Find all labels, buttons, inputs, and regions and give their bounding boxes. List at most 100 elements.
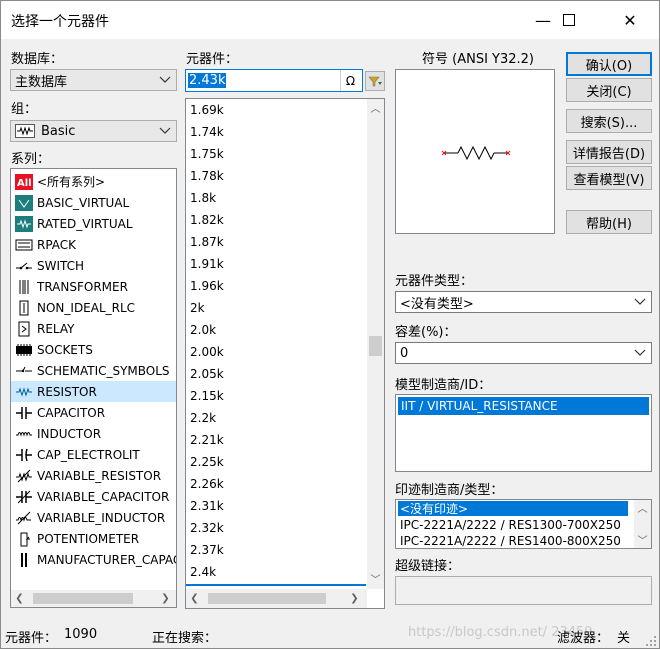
hyperlink-label: 超级链接： — [395, 559, 461, 574]
component-hscrollbar[interactable]: ❮ ❯ — [186, 589, 367, 608]
component-item[interactable]: 1.91k — [186, 253, 366, 275]
non-ideal-rlc-icon — [15, 300, 33, 316]
search-button[interactable]: 搜索(S)... — [566, 109, 652, 133]
confirm-label: 确认(O) — [585, 58, 633, 74]
scroll-down-icon[interactable]: ﹀ — [367, 570, 384, 587]
group-select[interactable]: Basic — [10, 120, 177, 142]
component-vscrollbar[interactable]: ︿ ﹀ — [367, 99, 384, 589]
family-item[interactable]: VARIABLE_INDUCTOR — [11, 507, 176, 528]
footprint-item[interactable]: IPC-2221A/2222 / RES1300-700X250 — [398, 517, 628, 532]
family-item[interactable]: SOCKETS — [11, 339, 176, 360]
family-item[interactable]: RATED_VIRTUAL — [11, 213, 176, 234]
ohm-icon[interactable]: Ω — [340, 70, 360, 91]
family-item[interactable]: VARIABLE_CAPACITOR — [11, 486, 176, 507]
model-mfr-label: 模型制造商/ID： — [395, 378, 492, 393]
family-item[interactable]: All <所有系列> — [11, 171, 176, 192]
component-hscroll-thumb[interactable] — [208, 593, 326, 604]
family-item[interactable]: VARIABLE_RESISTOR — [11, 465, 176, 486]
component-label: 元器件： — [186, 52, 239, 67]
database-select[interactable]: 主数据库 — [10, 69, 177, 91]
footprint-item[interactable]: <没有印迹> — [398, 501, 628, 516]
family-item[interactable]: SCHEMATIC_SYMBOLS — [11, 360, 176, 381]
basic-virtual-icon — [15, 194, 33, 211]
component-item[interactable]: 1.78k — [186, 165, 366, 187]
scroll-down-icon[interactable]: ﹀ — [634, 532, 651, 547]
switch-icon — [15, 258, 33, 274]
component-search-input[interactable]: 2.43k — [188, 73, 227, 88]
component-item[interactable]: 1.96k — [186, 275, 366, 297]
scroll-up-icon[interactable]: ︿ — [367, 99, 384, 116]
component-vscroll-thumb[interactable] — [369, 336, 382, 356]
family-item[interactable]: TRANSFORMER — [11, 276, 176, 297]
model-item[interactable]: IIT / VIRTUAL_RESISTANCE — [398, 397, 649, 415]
component-item[interactable]: 2k — [186, 297, 366, 319]
family-item[interactable]: BASIC_VIRTUAL — [11, 192, 176, 213]
group-label: 组： — [11, 102, 38, 117]
database-label: 数据库： — [11, 52, 64, 67]
footprint-list[interactable]: <没有印迹> IPC-2221A/2222 / RES1300-700X250 … — [395, 499, 652, 549]
family-item[interactable]: POTENTIOMETER — [11, 528, 176, 549]
family-item[interactable]: CAPACITOR — [11, 402, 176, 423]
component-item[interactable]: 2.25k — [186, 451, 366, 473]
family-item[interactable]: MANUFACTURER_CAPAC — [11, 549, 176, 570]
family-item-label: POTENTIOMETER — [37, 531, 140, 546]
component-item[interactable]: 2.2k — [186, 407, 366, 429]
component-item[interactable]: 1.82k — [186, 209, 366, 231]
component-item[interactable]: 1.74k — [186, 121, 366, 143]
component-item[interactable]: 1.75k — [186, 143, 366, 165]
scroll-left-icon[interactable]: ❮ — [186, 590, 203, 607]
family-item-label: INDUCTOR — [37, 426, 102, 441]
component-item[interactable]: 2.37k — [186, 539, 366, 561]
family-list[interactable]: MANUFACTURER_CAPAC POTENTIOMETER VARIABLE_… — [10, 168, 177, 608]
family-item[interactable]: RELAY — [11, 318, 176, 339]
component-list[interactable]: 2.4k 2.37k 2.32k 2.31k 2.26k 2.25k 2.21k 2.2k 2.… — [185, 98, 385, 609]
family-item-label: VARIABLE_INDUCTOR — [37, 510, 166, 525]
close-dialog-button[interactable]: 关闭(C) — [566, 78, 652, 102]
scroll-right-icon[interactable]: ❯ — [157, 590, 174, 607]
detail-report-button[interactable]: 详情报告(D) — [566, 140, 652, 164]
component-item[interactable]: 1.87k — [186, 231, 366, 253]
component-item[interactable]: 2.26k — [186, 473, 366, 495]
component-item[interactable]: 2.00k — [186, 341, 366, 363]
component-item[interactable]: 2.4k — [186, 561, 366, 583]
family-hscrollbar[interactable]: ❮ ❯ — [11, 590, 176, 607]
model-list[interactable]: IIT / VIRTUAL_RESISTANCE — [395, 394, 652, 472]
family-hscroll-thumb[interactable] — [33, 593, 133, 604]
status-bar: 元器件： 1090 正在搜索： https://blog.csdn.net/ 2… — [1, 621, 659, 649]
component-item[interactable]: 2.32k — [186, 517, 366, 539]
component-item[interactable]: 2.05k — [186, 363, 366, 385]
inductor-icon — [15, 426, 33, 442]
family-item[interactable]: INDUCTOR — [11, 423, 176, 444]
tolerance-label: 容差(%)： — [395, 325, 457, 340]
component-item[interactable]: 2.15k — [186, 385, 366, 407]
filter-button[interactable] — [365, 71, 385, 91]
resize-grip-icon[interactable] — [645, 635, 657, 647]
chevron-down-icon — [634, 349, 646, 356]
view-model-button[interactable]: 查看模型(V) — [566, 166, 652, 190]
component-item[interactable]: 2.31k — [186, 495, 366, 517]
scroll-up-icon[interactable]: ︿ — [634, 500, 651, 515]
component-item[interactable]: 1.8k — [186, 187, 366, 209]
family-item[interactable]: RESISTOR — [11, 381, 176, 402]
family-item[interactable]: NON_IDEAL_RLC — [11, 297, 176, 318]
scroll-right-icon[interactable]: ❯ — [346, 590, 363, 607]
family-item[interactable]: CAP_ELECTROLIT — [11, 444, 176, 465]
component-type-select[interactable]: <没有类型> — [395, 291, 652, 313]
relay-icon — [15, 321, 33, 337]
hyperlink-field[interactable] — [395, 576, 652, 605]
component-item[interactable]: 2.0k — [186, 319, 366, 341]
family-item[interactable]: RPACK — [11, 234, 176, 255]
help-button[interactable]: 帮助(H) — [566, 210, 652, 234]
component-search-box[interactable]: 2.43k Ω — [185, 69, 363, 92]
tolerance-select[interactable]: 0 — [395, 342, 652, 364]
family-item[interactable]: SWITCH — [11, 255, 176, 276]
footprint-item[interactable]: IPC-2221A/2222 / RES1400-800X250 — [398, 533, 628, 548]
footprint-vscrollbar[interactable]: ︿ ﹀ — [634, 500, 651, 548]
scroll-left-icon[interactable]: ❮ — [11, 590, 28, 607]
close-button[interactable]: ✕ — [607, 1, 653, 39]
component-item[interactable]: 2.21k — [186, 429, 366, 451]
resistor-icon — [15, 384, 33, 400]
confirm-button[interactable]: 确认(O) — [566, 52, 652, 76]
maximize-button[interactable] — [546, 1, 592, 39]
component-item[interactable]: 1.69k — [186, 99, 366, 121]
